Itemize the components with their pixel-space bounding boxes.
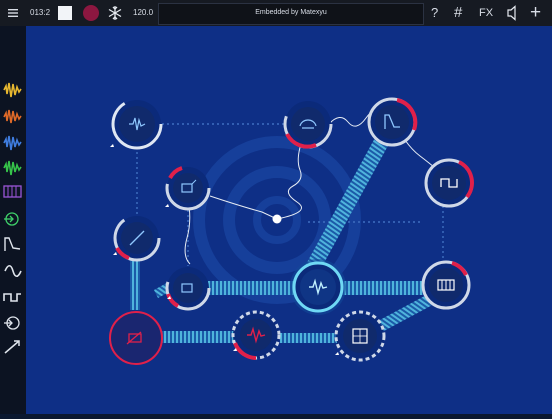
fx-button[interactable]: FX xyxy=(479,0,493,26)
cable-endpoint[interactable] xyxy=(272,214,282,224)
waveform-blue-icon[interactable] xyxy=(3,135,22,151)
input-icon[interactable] xyxy=(4,212,19,226)
speaker-icon[interactable] xyxy=(506,0,520,26)
add-button[interactable]: + xyxy=(530,0,541,26)
slope-module[interactable] xyxy=(113,214,161,262)
waveform-orange-icon[interactable] xyxy=(3,109,22,124)
keyboard-icon[interactable] xyxy=(3,185,22,198)
processor-module-2[interactable] xyxy=(165,265,211,311)
grid-button[interactable]: # xyxy=(454,0,462,26)
keyboard-module[interactable] xyxy=(421,260,471,310)
lfo-icon[interactable] xyxy=(4,264,22,278)
oscillator-module[interactable] xyxy=(110,98,163,150)
tempo-display[interactable]: 120.0 xyxy=(133,0,153,26)
envelope-icon[interactable] xyxy=(4,237,21,251)
record-button[interactable] xyxy=(83,5,99,21)
envelope-module[interactable] xyxy=(367,97,418,147)
time-display: 013:2 xyxy=(30,8,51,17)
waveform-green-icon[interactable] xyxy=(3,160,22,176)
module-palette xyxy=(0,26,27,414)
output-icon[interactable] xyxy=(4,316,20,330)
output-module[interactable] xyxy=(109,311,163,365)
help-button[interactable]: ? xyxy=(431,0,438,26)
waveform-yellow-icon[interactable] xyxy=(3,82,22,98)
waveform-module-red[interactable] xyxy=(231,310,281,360)
snowflake-icon[interactable] xyxy=(108,0,122,26)
grid-module[interactable] xyxy=(334,310,386,362)
square-wave-icon[interactable] xyxy=(3,293,21,302)
square-lfo-module[interactable] xyxy=(424,158,474,208)
slope-icon[interactable] xyxy=(4,340,20,354)
oscillator-module-2[interactable] xyxy=(290,259,346,315)
stop-button[interactable] xyxy=(58,6,72,20)
processor-module-1[interactable] xyxy=(165,165,211,211)
sampler-module[interactable] xyxy=(283,99,333,149)
menu-icon[interactable] xyxy=(8,0,20,26)
patch-workspace[interactable] xyxy=(26,26,552,414)
project-title: Embedded by Matexyu xyxy=(255,9,327,16)
top-toolbar: 013:2 120.0 Embedded by Matexyu ? # FX + xyxy=(0,0,552,27)
